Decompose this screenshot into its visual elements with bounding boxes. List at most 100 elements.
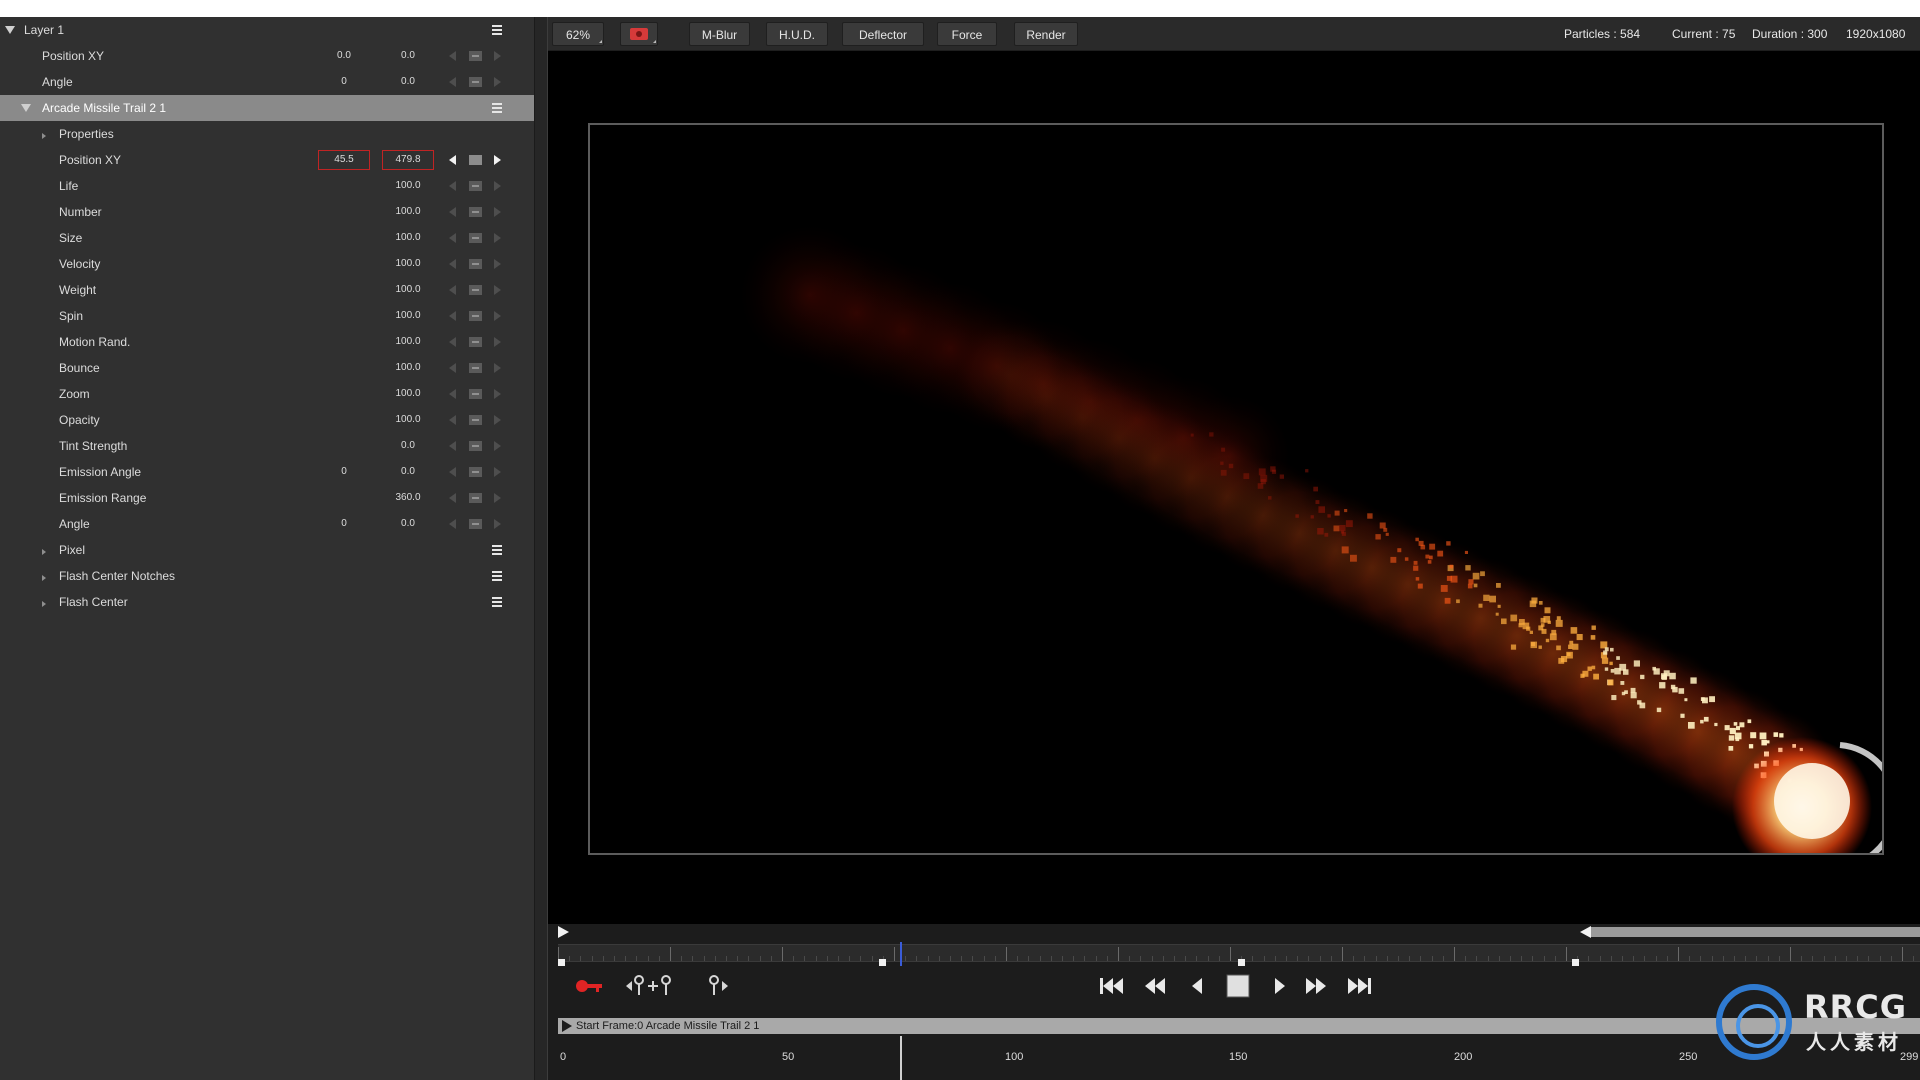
prev-key-icon[interactable] [449,207,456,217]
add-keyframe-icon[interactable] [648,975,671,995]
next-key-icon[interactable] [494,285,501,295]
prev-key-icon[interactable] [449,363,456,373]
rewind-icon[interactable] [1145,978,1165,994]
keyframe-marker[interactable] [1572,959,1579,966]
stop-icon[interactable] [1226,974,1250,998]
next-key-icon[interactable] [494,441,501,451]
key-toggle-icon[interactable] [469,207,482,217]
next-key-icon[interactable] [494,415,501,425]
go-to-end-icon[interactable] [1348,978,1371,994]
next-key-icon[interactable] [494,467,501,477]
mblur-button[interactable]: M-Blur [689,22,750,46]
key-toggle-icon[interactable] [469,467,482,477]
position-x-value[interactable]: 0.0 [318,43,370,69]
collapsed-caret-icon[interactable] [42,549,46,555]
keyframe-marker[interactable] [558,959,565,966]
prev-key-icon[interactable] [449,77,456,87]
prev-key-icon[interactable] [449,337,456,347]
key-icon[interactable] [576,980,602,992]
prev-key-icon[interactable] [449,181,456,191]
prev-key-icon[interactable] [449,441,456,451]
next-key-icon[interactable] [494,259,501,269]
work-area-range[interactable] [1591,927,1920,937]
param-value[interactable]: 100.0 [382,381,434,407]
render-frame[interactable] [588,123,1884,855]
next-key-icon[interactable] [494,363,501,373]
key-toggle-icon[interactable] [469,337,482,347]
next-key-icon[interactable] [494,389,501,399]
properties-group[interactable]: Properties [0,121,534,147]
expand-triangle-icon[interactable] [5,26,15,34]
param-value[interactable]: 100.0 [382,329,434,355]
collapsed-caret-icon[interactable] [42,575,46,581]
prev-keyframe-icon[interactable] [626,975,644,995]
menu-icon[interactable] [492,103,502,113]
keyframe-marker[interactable] [879,959,886,966]
next-key-icon[interactable] [494,337,501,347]
key-toggle-icon[interactable] [469,415,482,425]
menu-icon[interactable] [492,571,502,581]
track-play-icon[interactable] [562,1020,572,1032]
menu-icon[interactable] [492,25,502,35]
zoom-dropdown[interactable]: 62% [552,22,604,46]
prev-key-icon[interactable] [449,415,456,425]
position-y-field[interactable]: 479.8 [382,150,434,170]
next-key-icon[interactable] [494,493,501,503]
param-value[interactable]: 100.0 [382,407,434,433]
position-x-field[interactable]: 45.5 [318,150,370,170]
next-key-icon[interactable] [494,233,501,243]
menu-icon[interactable] [492,545,502,555]
force-button[interactable]: Force [937,22,997,46]
next-keyframe-icon[interactable] [709,975,728,995]
param-value[interactable]: 100.0 [382,199,434,225]
param-value[interactable]: 100.0 [382,355,434,381]
key-toggle-icon[interactable] [469,519,482,529]
scale-playhead[interactable] [900,1036,902,1080]
prev-key-icon[interactable] [449,285,456,295]
key-toggle-icon[interactable] [469,285,482,295]
next-key-icon[interactable] [494,51,501,61]
prev-key-icon[interactable] [449,493,456,503]
keyframe-marker[interactable] [1238,959,1245,966]
layer-1-header[interactable]: Layer 1 [0,17,534,43]
param-value[interactable]: 0.0 [382,459,434,485]
prev-key-icon[interactable] [449,519,456,529]
position-y-value[interactable]: 0.0 [382,43,434,69]
next-key-icon[interactable] [494,77,501,87]
camera-button[interactable] [620,22,658,46]
hud-button[interactable]: H.U.D. [766,22,828,46]
canvas-viewport[interactable] [548,51,1920,924]
prev-key-icon[interactable] [449,259,456,269]
key-toggle-icon[interactable] [469,493,482,503]
prev-key-icon[interactable] [449,155,456,165]
param-value[interactable]: 100.0 [382,225,434,251]
key-toggle-icon[interactable] [469,389,482,399]
playhead[interactable] [900,942,902,966]
param-value[interactable]: 100.0 [382,251,434,277]
param-value[interactable]: 360.0 [382,485,434,511]
deflector-button[interactable]: Deflector [842,22,924,46]
angle-value-1[interactable]: 0 [318,69,370,95]
next-key-icon[interactable] [494,311,501,321]
collapsed-caret-icon[interactable] [42,133,46,139]
work-area-bar[interactable] [558,927,1920,937]
group-flash-center-notches[interactable]: Flash Center Notches [0,563,534,589]
param-value[interactable]: 100.0 [382,277,434,303]
menu-icon[interactable] [492,597,502,607]
param-value[interactable]: 0.0 [382,433,434,459]
fast-forward-icon[interactable] [1306,978,1326,994]
step-back-icon[interactable] [1192,978,1202,994]
key-toggle-icon[interactable] [469,77,482,87]
group-pixel[interactable]: Pixel [0,537,534,563]
key-toggle-icon[interactable] [469,181,482,191]
prev-key-icon[interactable] [449,467,456,477]
angle-value-2[interactable]: 0.0 [382,69,434,95]
next-key-icon[interactable] [494,155,501,165]
panel-divider[interactable] [534,17,548,1080]
key-toggle-icon[interactable] [469,155,482,165]
expand-triangle-icon[interactable] [21,104,31,112]
next-key-icon[interactable] [494,207,501,217]
key-toggle-icon[interactable] [469,363,482,373]
param-value[interactable]: 100.0 [382,303,434,329]
work-start-marker[interactable] [558,926,569,938]
